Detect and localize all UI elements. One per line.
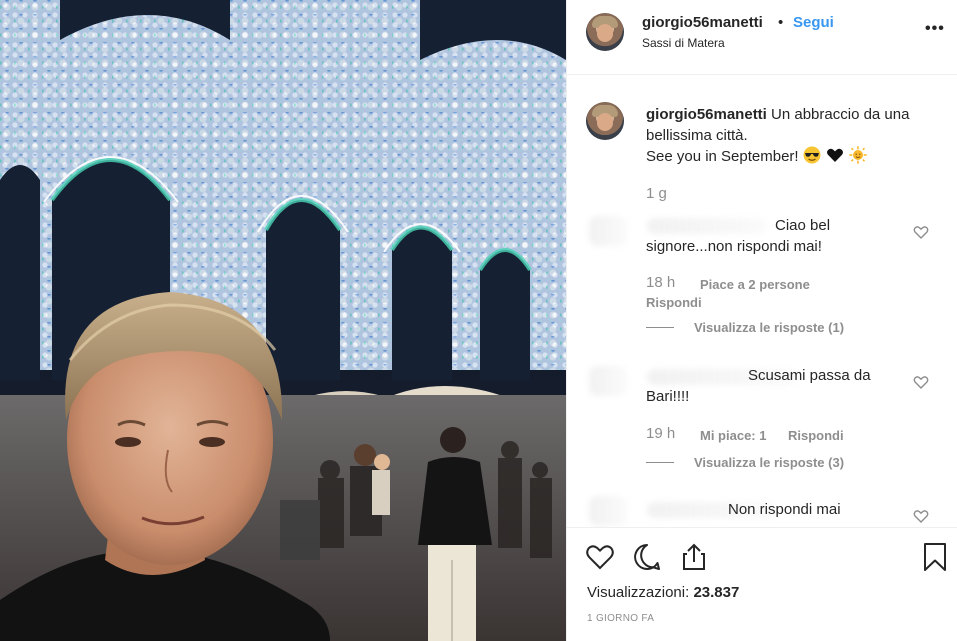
post-side-panel: giorgio56manetti • Segui Sassi di Matera… — [566, 0, 957, 641]
avatar[interactable] — [586, 13, 624, 51]
comment-likes[interactable]: Piace a 2 persone — [700, 277, 810, 292]
location-link[interactable]: Sassi di Matera — [642, 36, 725, 50]
blurred-avatar — [589, 366, 627, 396]
comment-timestamp[interactable]: 19 h — [646, 425, 675, 442]
post-header: giorgio56manetti • Segui Sassi di Matera… — [567, 0, 957, 75]
post-media[interactable] — [0, 0, 566, 641]
header-separator: • — [778, 14, 784, 31]
comment-text: Bari!!!! — [646, 388, 690, 405]
blurred-avatar — [589, 216, 627, 246]
view-replies-button[interactable]: Visualizza le risposte (1) — [694, 320, 844, 335]
caption-line2: See you in September! — [646, 148, 799, 165]
replies-divider — [646, 327, 674, 328]
view-replies-button[interactable]: Visualizza le risposte (3) — [694, 455, 844, 470]
views-count[interactable]: Visualizzazioni: 23.837 — [587, 584, 739, 601]
blurred-avatar — [589, 496, 627, 526]
views-number: 23.837 — [693, 584, 740, 601]
comment-icon[interactable] — [631, 541, 663, 573]
sunglasses-emoji — [803, 146, 821, 164]
heart-icon[interactable] — [584, 541, 616, 573]
comments-list[interactable]: giorgio56manetti Un abbraccio da una bel… — [567, 76, 957, 527]
caption-username[interactable]: giorgio56manetti — [646, 106, 767, 123]
sun-emoji — [849, 146, 867, 164]
replies-divider — [646, 462, 674, 463]
caption: giorgio56manetti Un abbraccio da una bel… — [646, 104, 936, 167]
comment-likes[interactable]: Mi piace: 1 — [700, 428, 766, 443]
more-options-icon[interactable]: ••• — [925, 20, 945, 38]
bookmark-icon[interactable] — [919, 541, 951, 573]
post-age[interactable]: 1 GIORNO FA — [587, 613, 654, 624]
comment-text: signore...non rispondi mai! — [646, 238, 822, 255]
blurred-username — [647, 218, 767, 234]
share-icon[interactable] — [678, 541, 710, 573]
header-username[interactable]: giorgio56manetti — [642, 14, 763, 31]
video-frame-image — [0, 0, 566, 641]
reply-button[interactable]: Rispondi — [646, 295, 702, 310]
reply-button[interactable]: Rispondi — [788, 428, 844, 443]
post-actions: Visualizzazioni: 23.837 1 GIORNO FA — [567, 527, 957, 641]
black-heart-emoji — [826, 148, 843, 162]
caption-avatar[interactable] — [586, 102, 624, 140]
views-label: Visualizzazioni: — [587, 584, 690, 601]
caption-timestamp[interactable]: 1 g — [646, 185, 667, 202]
like-comment-heart-icon[interactable] — [913, 374, 929, 390]
comment-text: Scusami passa da — [748, 367, 871, 384]
comment-timestamp[interactable]: 18 h — [646, 274, 675, 291]
comment-text: Non rispondi mai — [728, 501, 841, 518]
comment-text: Ciao bel — [775, 217, 831, 234]
like-comment-heart-icon[interactable] — [913, 224, 929, 240]
follow-button[interactable]: Segui — [793, 14, 834, 31]
like-comment-heart-icon[interactable] — [913, 508, 929, 524]
